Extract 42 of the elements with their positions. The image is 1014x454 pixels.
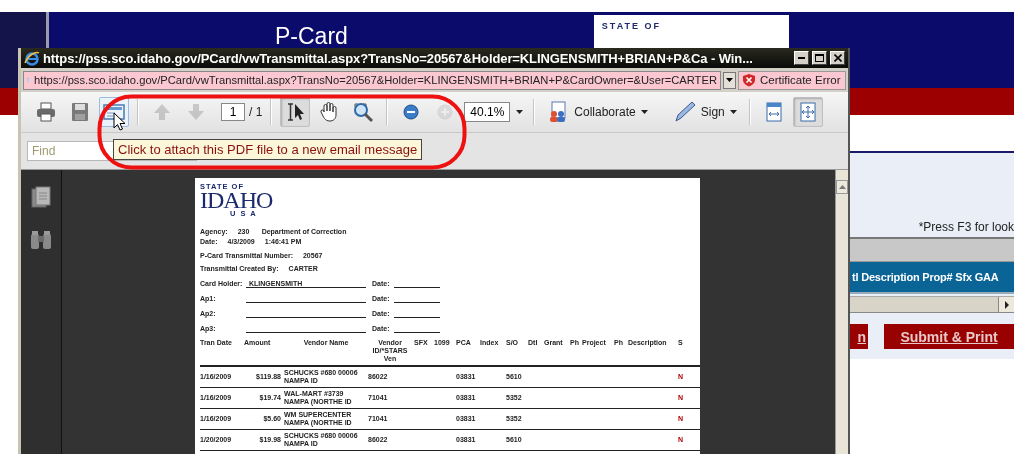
page-title: P-Card [275,25,348,48]
shield-error-icon [742,73,756,87]
select-tool-button[interactable] [280,97,311,127]
vertical-scrollbar[interactable] [835,170,848,454]
submit-print-button[interactable]: Submit & Print [884,324,1014,349]
sign-menu[interactable]: Sign [669,97,741,127]
logo-wordmark: IDAHO [200,191,274,210]
certificate-error-button[interactable]: Certificate Error [738,70,846,90]
pen-icon [673,101,696,123]
close-button[interactable] [830,51,845,65]
window-title: https://pss.sco.idaho.gov/PCard/vwTransmittal.aspx?TransNo=20567&Holder=KLINGENSMITH+BRIAN+P&Ca - Win... [43,50,754,66]
minimize-button[interactable] [794,51,809,65]
partial-button[interactable]: n [850,324,868,349]
page-number-field[interactable]: 1 [221,103,245,121]
page-count: / 1 [249,105,263,119]
scroll-right-icon [1003,300,1010,309]
zoom-field[interactable]: 40.1% [464,102,511,122]
collaborate-menu[interactable]: Collaborate [543,97,652,127]
dropdown-caret-icon [729,110,737,114]
dropdown-caret-icon [726,78,733,82]
address-dropdown[interactable] [723,71,736,89]
fit-page-button[interactable] [792,97,823,127]
logo-caption: STATE OF [601,21,662,31]
mouse-cursor-icon [113,112,125,131]
printer-icon [35,101,57,123]
horizontal-scrollbar[interactable] [850,296,1014,313]
close-icon [833,54,842,62]
tooltip: Click to attach this PDF file to a new email message [113,139,423,160]
dropdown-caret-icon [516,110,524,114]
maximize-icon [815,54,824,62]
binoculars-icon [29,230,53,250]
browser-icon [24,50,40,66]
address-field[interactable]: https://pss.sco.idaho.gov/PCard/vwTransmittal.aspx?TransNo=20567&Holder=KLINGENSMITH+BRIAN+P&CardOwner=&User=CARTER [23,70,721,90]
hint-text: *Press F3 for look [918,220,1014,234]
pages-icon [30,186,52,210]
scroll-up-icon [838,185,846,189]
dropdown-caret-icon [640,110,648,114]
address-text: https://pss.sco.idaho.gov/PCard/vwTransmittal.aspx?TransNo=20567&Holder=KLINGENSMITH+BRIAN+P&CardOwner=&User=CARTER [34,74,717,86]
maximize-button[interactable] [812,51,827,65]
minimize-icon [798,57,805,59]
magnifier-icon [352,101,375,123]
column-headers: tl Description Prop# Sfx GAA [851,271,999,283]
